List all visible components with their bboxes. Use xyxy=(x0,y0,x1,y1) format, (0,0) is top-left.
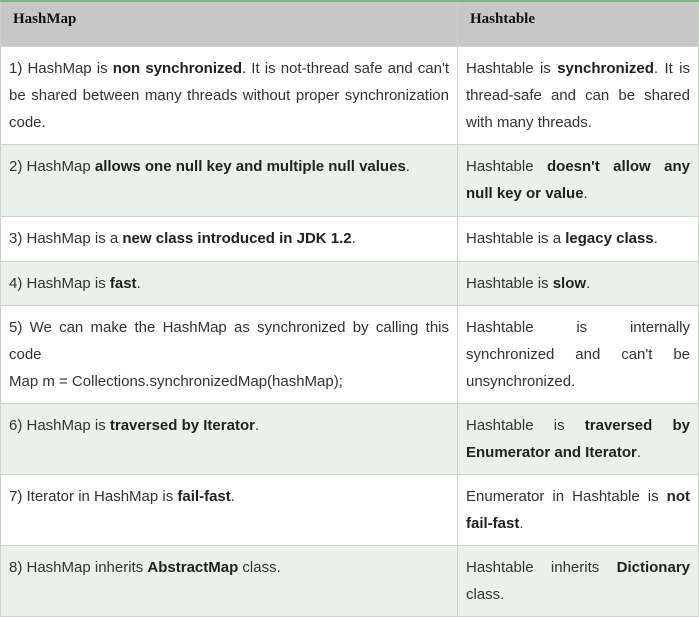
cell-text: . xyxy=(586,274,591,292)
table-row: 2) HashMap allows one null key and multi… xyxy=(0,143,699,217)
cell-text: 4) HashMap is xyxy=(9,274,110,292)
comparison-table: HashMap Hashtable 1) HashMap is non sync… xyxy=(0,0,699,617)
bold-text: AbstractMap xyxy=(147,558,239,576)
cell-text: . xyxy=(405,157,410,175)
cell-text: Hashtable is xyxy=(466,59,558,77)
table-body: 1) HashMap is non synchronized. It is no… xyxy=(0,45,699,617)
hashtable-cell: Hashtable is a legacy class. xyxy=(457,215,699,262)
header-row: HashMap Hashtable xyxy=(0,0,699,47)
cell-text: Hashtable xyxy=(466,157,547,175)
bold-text: Dictionary xyxy=(616,558,690,576)
cell-text: class. xyxy=(238,558,281,576)
cell-text: class. xyxy=(466,585,505,603)
hashmap-cell: 7) Iterator in HashMap is fail-fast. xyxy=(0,473,458,546)
cell-text: 8) HashMap inherits xyxy=(9,558,148,576)
cell-text: . xyxy=(653,229,658,247)
bold-text: slow xyxy=(552,274,587,292)
bold-text: synchronized xyxy=(557,59,654,77)
hashtable-cell: Hashtable is traversed by Enumerator and… xyxy=(457,402,699,475)
table-row: 6) HashMap is traversed by Iterator. Hash… xyxy=(0,402,699,475)
cell-text: . xyxy=(636,443,642,461)
hashtable-cell: Hashtable is slow. xyxy=(457,260,699,306)
cell-text: Map m = Collections.synchronizedMap(hash… xyxy=(9,372,343,390)
bold-text: allows one null key and multiple null va… xyxy=(94,157,406,175)
hashtable-cell: Enumerator in Hashtable is not fail-fast… xyxy=(457,473,699,546)
cell-text: 1) HashMap is xyxy=(9,59,113,77)
bold-text: fast xyxy=(109,274,137,292)
table-row: 1) HashMap is non synchronized. It is no… xyxy=(0,45,699,145)
table-row: 3) HashMap is a new class introduced in … xyxy=(0,215,699,262)
hashtable-cell: Hashtable is synchronized. It is thread-… xyxy=(457,45,699,145)
cell-text: . xyxy=(254,416,260,434)
cell-text: . xyxy=(136,274,141,292)
cell-text: 5) We can make the HashMap as synchroniz… xyxy=(9,318,449,363)
cell-text: 7) Iterator in HashMap is xyxy=(9,487,178,505)
hashmap-cell: 5) We can make the HashMap as synchroniz… xyxy=(0,304,458,404)
cell-text: Hashtable is a xyxy=(466,229,566,247)
hashtable-cell: Hashtable inherits Dictionary class. xyxy=(457,544,699,617)
hashtable-cell: Hashtable doesn't allow any null key or … xyxy=(457,143,699,217)
hashmap-cell: 2) HashMap allows one null key and multi… xyxy=(0,143,458,217)
cell-text: . xyxy=(519,514,524,532)
hashmap-cell: 6) HashMap is traversed by Iterator. xyxy=(0,402,458,475)
bold-text: legacy class xyxy=(565,229,654,247)
hashmap-cell: 3) HashMap is a new class introduced in … xyxy=(0,215,458,262)
cell-text: . xyxy=(583,184,588,202)
hashtable-cell: Hashtable is internally synchronized and… xyxy=(457,304,699,404)
cell-text: Hashtable is internally synchronized and… xyxy=(466,318,690,390)
cell-text: Hashtable is xyxy=(466,416,585,434)
cell-text: 6) HashMap is xyxy=(9,416,110,434)
header-hashtable: Hashtable xyxy=(457,0,699,47)
table-row: 7) Iterator in HashMap is fail-fast. Enum… xyxy=(0,473,699,546)
table-row: 5) We can make the HashMap as synchroniz… xyxy=(0,304,699,404)
header-hashmap: HashMap xyxy=(0,0,458,47)
table-row: 4) HashMap is fast. Hashtable is slow. xyxy=(0,260,699,306)
cell-text: . xyxy=(351,229,356,247)
cell-text: Enumerator in Hashtable is xyxy=(466,487,667,505)
table-row: 8) HashMap inherits AbstractMap class. Ha… xyxy=(0,544,699,617)
bold-text: new class introduced in JDK 1.2 xyxy=(122,229,352,247)
bold-text: traversed by Iterator xyxy=(109,416,255,434)
bold-text: non synchronized xyxy=(112,59,243,77)
cell-text: Hashtable inherits xyxy=(466,558,617,576)
bold-text: fail-fast xyxy=(177,487,231,505)
cell-text: 3) HashMap is a xyxy=(9,229,123,247)
cell-text: Hashtable is xyxy=(466,274,553,292)
hashmap-cell: 8) HashMap inherits AbstractMap class. xyxy=(0,544,458,617)
hashmap-cell: 4) HashMap is fast. xyxy=(0,260,458,306)
hashmap-cell: 1) HashMap is non synchronized. It is no… xyxy=(0,45,458,145)
cell-text: . xyxy=(230,487,235,505)
cell-text: 2) HashMap xyxy=(9,157,95,175)
